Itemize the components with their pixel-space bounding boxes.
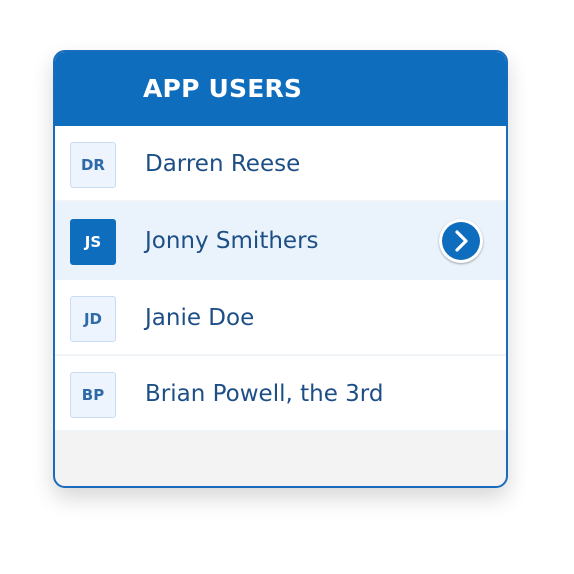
user-row-janie-doe[interactable]: JD Janie Doe — [55, 280, 506, 356]
user-row-brian-powell[interactable]: BP Brian Powell, the 3rd — [55, 356, 506, 432]
open-user-button[interactable] — [439, 219, 483, 263]
panel-title: APP USERS — [143, 74, 303, 103]
user-name: Janie Doe — [145, 305, 255, 331]
user-avatar: JD — [70, 296, 116, 342]
user-avatar: BP — [70, 372, 116, 418]
chevron-right-icon — [455, 230, 468, 252]
user-name: Brian Powell, the 3rd — [145, 381, 384, 407]
user-name: Darren Reese — [145, 151, 301, 177]
app-users-panel: APP USERS DR Darren Reese JS Jonny Smith… — [53, 50, 508, 488]
user-list: DR Darren Reese JS Jonny Smithers JD Jan… — [55, 126, 506, 432]
user-row-jonny-smithers[interactable]: JS Jonny Smithers — [55, 202, 506, 280]
user-avatar: JS — [70, 219, 116, 265]
user-name: Jonny Smithers — [145, 228, 319, 254]
panel-header: APP USERS — [55, 52, 506, 126]
user-avatar: DR — [70, 142, 116, 188]
user-row-darren-reese[interactable]: DR Darren Reese — [55, 126, 506, 202]
